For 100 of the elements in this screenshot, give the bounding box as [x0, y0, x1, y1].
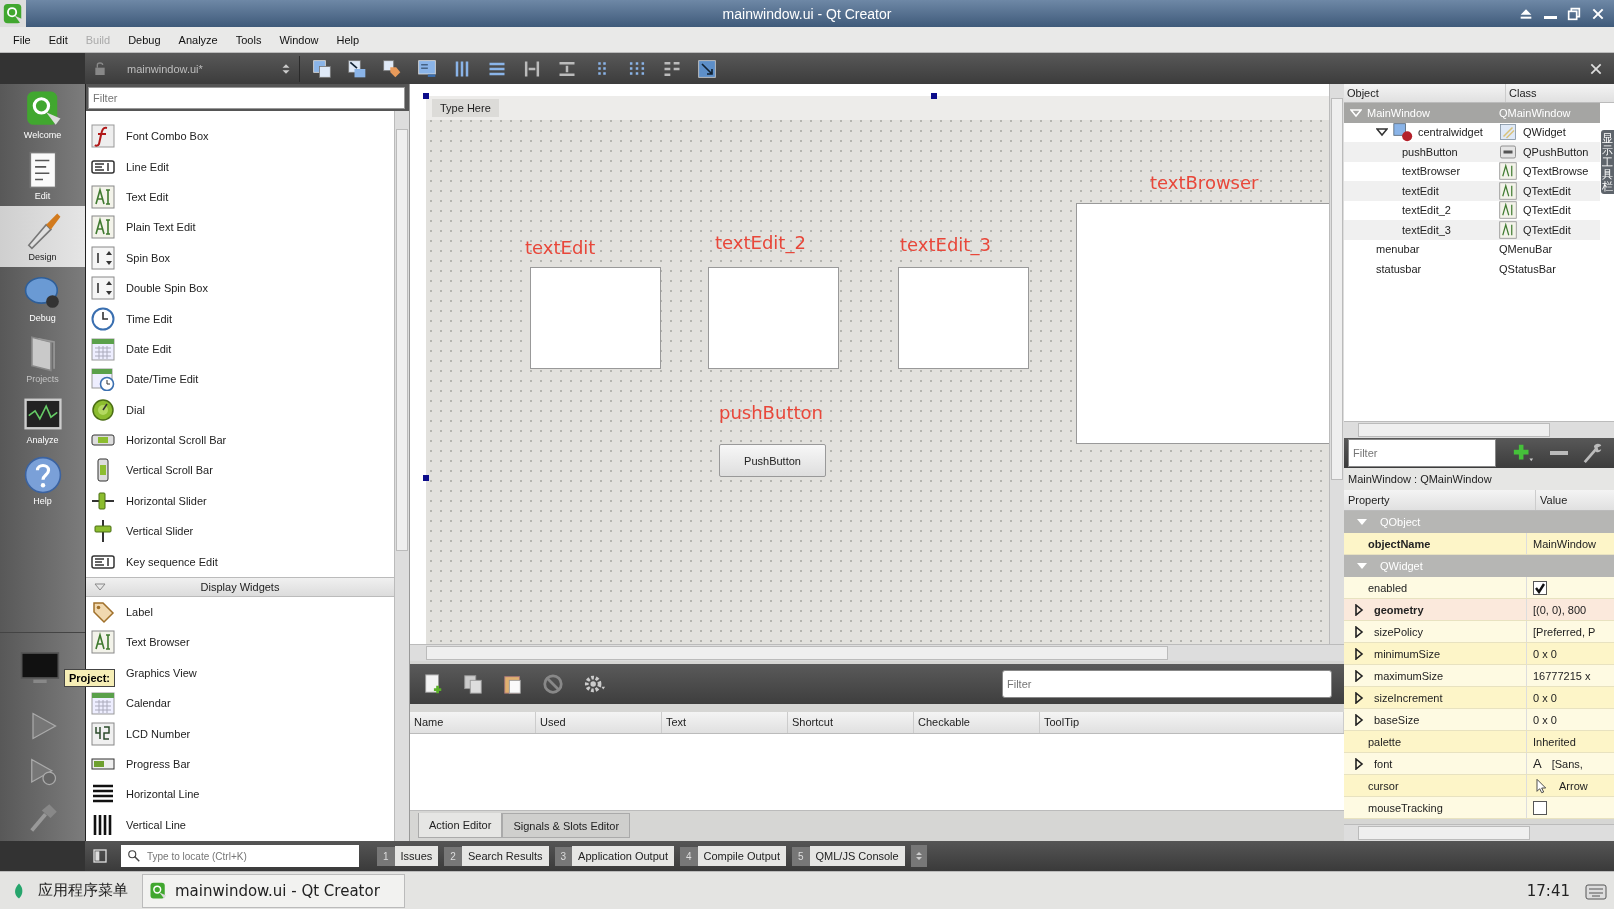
widget-item[interactable]: LCD Number	[86, 718, 394, 749]
text-edit[interactable]	[530, 267, 661, 369]
tree-row[interactable]: textEdit QTextEdit	[1344, 181, 1600, 201]
tree-row[interactable]: textEdit_3 QTextEdit	[1344, 220, 1600, 240]
menu-item[interactable]: Analyze	[169, 27, 227, 52]
configure-button[interactable]	[1582, 442, 1604, 464]
mode-tab[interactable]: Analyze	[0, 389, 85, 450]
menu-item[interactable]: Debug	[119, 27, 170, 52]
tree-row[interactable]: statusbar QStatusBar	[1344, 259, 1600, 279]
applications-menu[interactable]: 应用程序菜单	[0, 880, 142, 901]
widget-item[interactable]: Horizontal Line	[86, 779, 394, 810]
widget-item[interactable]: Vertical Scroll Bar	[86, 455, 394, 486]
column-header[interactable]: Class	[1506, 84, 1540, 102]
output-pane-button[interactable]: Issues	[394, 846, 439, 866]
toolbar-button[interactable]	[312, 57, 332, 80]
toolbar-button[interactable]	[347, 57, 367, 80]
widget-item[interactable]: Text Browser	[86, 627, 394, 658]
category-header[interactable]: Display Widgets	[86, 576, 394, 597]
text-edit[interactable]	[898, 267, 1029, 369]
column-header[interactable]: Text	[662, 712, 788, 733]
column-header[interactable]: Used	[536, 712, 662, 733]
scrollbar[interactable]	[410, 644, 1344, 661]
menu-item[interactable]: Tools	[226, 27, 271, 52]
expand-arrow-icon[interactable]	[1354, 691, 1364, 704]
output-pane-button[interactable]: Search Results	[461, 846, 549, 866]
toolbar-button[interactable]	[417, 57, 437, 80]
copy-button[interactable]	[462, 673, 484, 695]
widget-item[interactable]: Vertical Line	[86, 809, 394, 840]
column-header[interactable]: Object	[1344, 84, 1506, 102]
widget-item[interactable]: Date Edit	[86, 333, 394, 365]
widget-item[interactable]: Dial	[86, 394, 394, 425]
widget-item[interactable]: Calendar	[86, 688, 394, 719]
toolbar-button[interactable]	[382, 57, 402, 80]
mode-tab[interactable]: Edit	[0, 145, 85, 206]
tree-row[interactable]: menubar QMenuBar	[1344, 239, 1600, 259]
filter-field[interactable]: Filter	[1348, 439, 1496, 467]
tree-row[interactable]: textBrowser QTextBrowse	[1344, 161, 1600, 181]
scrollbar[interactable]	[1329, 84, 1344, 644]
widget-item[interactable]: Key sequence Edit	[86, 546, 394, 577]
file-dropdown[interactable]: mainwindow.ui*	[115, 55, 300, 82]
selection-handle[interactable]	[423, 93, 429, 99]
widget-item[interactable]: Time Edit	[86, 303, 394, 334]
expand-arrow-icon[interactable]	[1354, 625, 1364, 638]
expand-arrow-icon[interactable]	[1354, 647, 1364, 660]
tree-row[interactable]: textEdit_2 QTextEdit	[1344, 200, 1600, 220]
output-pane-button[interactable]: Compile Output	[697, 846, 786, 866]
widget-item[interactable]: Spin Box	[86, 242, 394, 273]
checkbox[interactable]	[1533, 580, 1547, 595]
expand-arrow-icon[interactable]	[1354, 757, 1364, 770]
selection-handle[interactable]	[423, 475, 429, 481]
menu-item[interactable]: Edit	[39, 27, 77, 52]
column-header[interactable]: Name	[410, 712, 536, 733]
widget-item[interactable]: Label	[86, 596, 394, 628]
delete-button[interactable]	[542, 673, 564, 695]
widget-item[interactable]: Line Edit	[86, 151, 394, 182]
widget-item[interactable]: Font Combo Box	[86, 121, 394, 152]
text-edit[interactable]	[708, 267, 839, 369]
filter-field[interactable]: Filter	[1002, 670, 1332, 698]
selection-handle[interactable]	[931, 93, 937, 99]
expand-arrow-icon[interactable]	[1354, 669, 1364, 682]
push-button[interactable]: PushButton	[719, 444, 826, 477]
toolbar-button[interactable]	[697, 57, 717, 80]
settings-button[interactable]	[582, 673, 608, 695]
menu-placeholder[interactable]: Type Here	[432, 99, 499, 117]
menu-item[interactable]: Window	[270, 27, 328, 52]
tree-row[interactable]: pushButton QPushButton	[1344, 142, 1600, 162]
side-tab[interactable]: 显示工具栏	[1601, 130, 1614, 195]
editor-tab[interactable]: Action Editor	[418, 813, 503, 838]
mode-tab[interactable]: Welcome	[0, 84, 85, 145]
task-button[interactable]: mainwindow.ui - Qt Creator	[142, 873, 405, 908]
editor-tab[interactable]: Signals & Slots Editor	[502, 813, 631, 838]
more-panes-button[interactable]	[910, 845, 927, 867]
widget-item[interactable]: Progress Bar	[86, 748, 394, 780]
widget-item[interactable]: Horizontal Slider	[86, 485, 394, 517]
scrollbar[interactable]	[1344, 421, 1614, 438]
menu-item[interactable]: Help	[327, 27, 369, 52]
expand-arrow-icon[interactable]	[1354, 603, 1364, 616]
widget-item[interactable]: Double Spin Box	[86, 272, 394, 304]
scrollbar[interactable]	[1344, 824, 1614, 841]
new-action-button[interactable]	[422, 673, 444, 695]
column-header[interactable]: Checkable	[914, 712, 1040, 733]
checkbox[interactable]	[1533, 800, 1547, 815]
tree-row[interactable]: centralwidget QWidget	[1344, 122, 1600, 142]
expand-arrow-icon[interactable]	[1376, 127, 1388, 138]
widget-item[interactable]: Horizontal Scroll Bar	[86, 424, 394, 456]
mode-tab[interactable]: Help	[0, 450, 85, 511]
expand-arrow-icon[interactable]	[1354, 713, 1364, 726]
widget-item[interactable]: Vertical Slider	[86, 516, 394, 547]
menu-item[interactable]: File	[4, 27, 40, 52]
column-header[interactable]: Shortcut	[788, 712, 914, 733]
widget-item[interactable]: Date/Time Edit	[86, 364, 394, 395]
scrollbar[interactable]	[394, 111, 409, 841]
mode-tab[interactable]: Design	[0, 206, 85, 267]
mode-tab[interactable]: Debug	[0, 267, 85, 328]
output-pane-button[interactable]: Application Output	[572, 846, 674, 866]
locator-field[interactable]: Type to locate (Ctrl+K)	[121, 845, 359, 867]
filter-field[interactable]: Filter	[88, 87, 405, 109]
paste-button[interactable]	[502, 673, 524, 695]
output-pane-button[interactable]: QML/JS Console	[809, 846, 905, 866]
column-header[interactable]: Value	[1536, 490, 1572, 510]
